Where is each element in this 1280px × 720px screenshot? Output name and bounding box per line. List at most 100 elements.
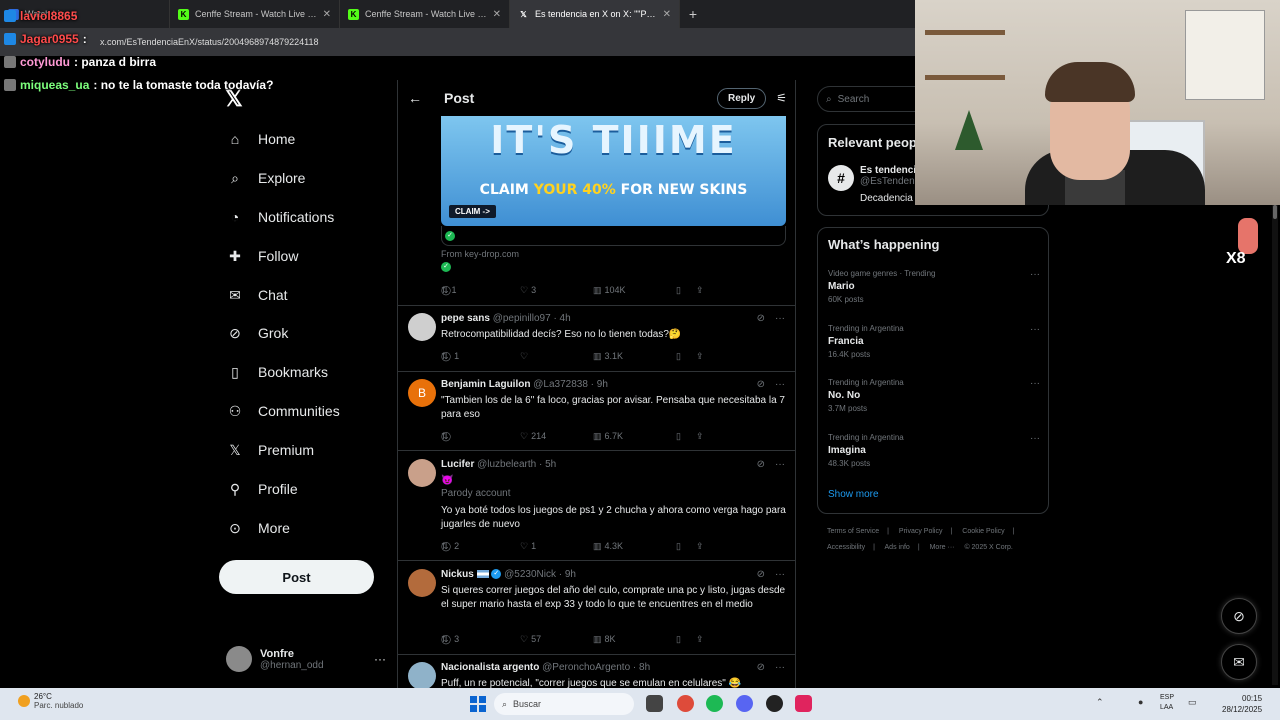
more-dots-icon[interactable]: ··· [1030, 324, 1040, 335]
like-action[interactable]: ♡ 1 [520, 541, 593, 552]
avatar[interactable] [408, 313, 436, 341]
views-action[interactable]: ▥ 3.1K [593, 351, 676, 362]
close-icon[interactable]: ✕ [323, 9, 331, 20]
more-dots-icon[interactable]: ··· [374, 652, 386, 666]
browser-tab-4[interactable]: 𝕏 Es tendencia en X on X: ""PS6" ✕ [510, 0, 680, 28]
back-arrow-icon[interactable]: ← [408, 90, 436, 106]
grok-icon[interactable]: ⊘ [757, 379, 765, 390]
reply-action[interactable]: ◯ [441, 431, 518, 442]
more-dots-icon[interactable]: ··· [1030, 269, 1040, 280]
scrollbar-thumb[interactable] [1273, 205, 1277, 219]
relevant-account[interactable]: # Es tendencia @EsTendenc [828, 165, 922, 191]
more-dots-icon[interactable]: ··· [775, 313, 785, 324]
views-action[interactable]: ▥ 6.7K [593, 431, 676, 442]
nav-more[interactable]: ⊙ More [226, 519, 290, 537]
views-action[interactable]: ▥ 8K [593, 634, 676, 645]
grok-icon[interactable]: ⊘ [757, 662, 765, 673]
claim-button[interactable]: CLAIM -> [449, 205, 496, 218]
obs-icon[interactable] [766, 695, 783, 712]
share-icon[interactable]: ⇪ [696, 431, 704, 442]
footer-link[interactable]: Cookie Policy [962, 528, 1004, 535]
windows-start-icon[interactable] [470, 696, 486, 712]
reply-action[interactable]: ◯ 2 [441, 541, 518, 552]
like-action[interactable]: ♡ 3 [520, 285, 593, 296]
nav-follow[interactable]: ✚ Follow [226, 247, 298, 265]
weather-widget[interactable]: 26°C Parc. nublado [18, 692, 83, 710]
new-tab-button[interactable]: + [680, 6, 706, 22]
reply-action[interactable]: ◯ [441, 285, 518, 296]
more-dots-icon[interactable]: ··· [775, 379, 785, 390]
like-action[interactable]: ♡ 57 [520, 634, 593, 645]
ad-card-image[interactable]: IT'S TIIIME CLAIM YOUR 40% FOR NEW SKINS… [441, 116, 786, 226]
avatar[interactable]: B [408, 379, 436, 407]
avatar[interactable] [408, 459, 436, 487]
spotify-icon[interactable] [706, 695, 723, 712]
footer-link[interactable]: Privacy Policy [899, 528, 943, 535]
trend-item[interactable]: Trending in Argentina No. No 3.7M posts … [828, 378, 1040, 413]
discord-icon[interactable] [736, 695, 753, 712]
taskbar-search[interactable]: ⌕ Buscar [494, 693, 634, 715]
clock[interactable]: 00:15 28/12/2025 [1222, 693, 1262, 715]
card-source[interactable]: From key-drop.com ✓ [441, 249, 519, 272]
grok-icon[interactable]: ⊘ [757, 459, 765, 470]
views-action[interactable]: ▥ 4.3K [593, 541, 676, 552]
nav-notifications[interactable]: ◔ Notifications [226, 208, 335, 226]
account-switcher[interactable]: Vonfre @hernan_odd ··· [226, 644, 386, 674]
share-icon[interactable]: ⇪ [696, 634, 704, 645]
nav-home[interactable]: ⌂ Home [226, 130, 296, 148]
post-button[interactable]: Post [219, 560, 374, 594]
footer-link[interactable]: Accessibility [827, 544, 865, 551]
bookmark-icon[interactable]: ▯ [676, 431, 696, 442]
bookmark-icon[interactable]: ▯ [676, 634, 696, 645]
reply-button[interactable]: Reply [717, 87, 767, 109]
mic-icon[interactable]: ● [1138, 697, 1143, 707]
nav-bookmarks[interactable]: ▯ Bookmarks [226, 363, 328, 381]
show-more-link[interactable]: Show more [828, 489, 879, 500]
reply-action[interactable]: ◯ 3 [441, 634, 518, 645]
messages-icon[interactable]: ✉ [1221, 644, 1257, 680]
bookmark-icon[interactable]: ▯ [676, 285, 696, 296]
grok-icon[interactable]: ⊘ [757, 569, 765, 580]
nav-communities[interactable]: ⚇ Communities [226, 402, 340, 420]
trend-item[interactable]: Trending in Argentina Francia 16.4K post… [828, 324, 1040, 359]
footer-link[interactable]: Ads info [885, 544, 910, 551]
chrome-icon[interactable] [677, 695, 694, 712]
nav-profile[interactable]: ⚲ Profile [226, 480, 298, 498]
share-icon[interactable]: ⇪ [696, 351, 704, 362]
footer-link[interactable]: Terms of Service [827, 528, 879, 535]
network-icon[interactable]: ▭ [1188, 697, 1197, 708]
more-dots-icon[interactable]: ··· [1030, 433, 1040, 444]
more-dots-icon[interactable]: ··· [1030, 378, 1040, 389]
reply-action[interactable]: ◯ 1 [441, 351, 518, 362]
tray-arrow-icon[interactable]: ⌃ [1096, 697, 1104, 708]
scrollbar[interactable] [1272, 205, 1278, 685]
close-icon[interactable]: ✕ [663, 9, 671, 20]
nav-explore[interactable]: ⌕ Explore [226, 169, 305, 187]
avatar[interactable] [408, 662, 436, 690]
bookmark-icon[interactable]: ▯ [676, 351, 696, 362]
more-dots-icon[interactable]: ··· [775, 459, 785, 470]
like-action[interactable]: ♡ 214 [520, 431, 593, 442]
grok-icon[interactable]: ⊘ [757, 313, 765, 324]
file-icon[interactable] [646, 695, 663, 712]
avatar[interactable] [408, 569, 436, 597]
like-action[interactable]: ♡ [520, 351, 593, 362]
trend-item[interactable]: Trending in Argentina Imagina 48.3K post… [828, 433, 1040, 468]
bookmark-icon[interactable]: ▯ [676, 541, 696, 552]
tiktok-icon[interactable] [795, 695, 812, 712]
browser-tab-3[interactable]: K Cenffe Stream - Watch Live on K ✕ [340, 0, 510, 28]
share-icon[interactable]: ⇪ [696, 541, 704, 552]
close-icon[interactable]: ✕ [493, 9, 501, 20]
nav-premium[interactable]: 𝕏 Premium [226, 441, 314, 459]
language-indicator[interactable]: ESP LAA [1160, 693, 1174, 713]
grok-icon[interactable]: ⊘ [1221, 598, 1257, 634]
filter-icon[interactable]: ⚟ [776, 91, 787, 105]
more-dots-icon[interactable]: ··· [775, 569, 785, 580]
views-action[interactable]: ▥ 104K [593, 285, 676, 296]
more-dots-icon[interactable]: ··· [775, 662, 785, 673]
nav-chat[interactable]: ✉ Chat [226, 286, 287, 304]
footer-link[interactable]: More ··· [930, 544, 955, 551]
nav-grok[interactable]: ⊘ Grok [226, 324, 288, 342]
share-icon[interactable]: ⇪ [696, 285, 704, 296]
trend-item[interactable]: Video game genres · Trending Mario 60K p… [828, 269, 1040, 304]
